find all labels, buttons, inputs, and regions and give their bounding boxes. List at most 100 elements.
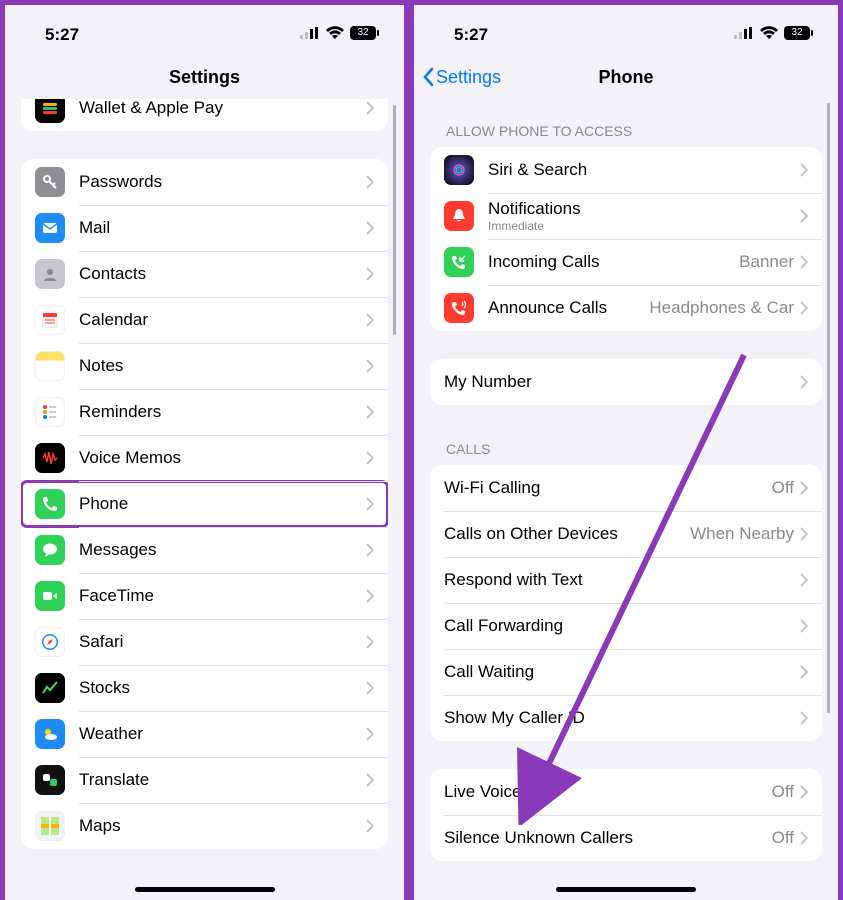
row-announce-calls[interactable]: Announce Calls Headphones & Car <box>430 285 822 331</box>
settings-row-passwords[interactable]: Passwords <box>21 159 388 205</box>
chevron-right-icon <box>800 375 808 389</box>
chevron-right-icon <box>800 619 808 633</box>
status-bar: 5:27 32 <box>414 5 838 55</box>
row-silence-unknown[interactable]: Silence Unknown Callers Off <box>430 815 822 861</box>
row-label: My Number <box>444 372 800 392</box>
row-label: FaceTime <box>79 586 366 606</box>
header: Settings <box>5 55 404 99</box>
notes-icon <box>35 351 65 381</box>
settings-row-mail[interactable]: Mail <box>21 205 388 251</box>
row-label: Voice Memos <box>79 448 366 468</box>
settings-row-translate[interactable]: Translate <box>21 757 388 803</box>
chevron-right-icon <box>800 527 808 541</box>
row-notifications[interactable]: Notifications Immediate <box>430 193 822 239</box>
my-number-group: My Number <box>430 359 822 405</box>
chevron-right-icon <box>366 267 374 281</box>
chevron-right-icon <box>366 359 374 373</box>
settings-row-voice-memos[interactable]: Voice Memos <box>21 435 388 481</box>
settings-row-stocks[interactable]: Stocks <box>21 665 388 711</box>
status-time: 5:27 <box>45 25 79 45</box>
row-label: Calendar <box>79 310 366 330</box>
page-title: Settings <box>169 67 240 88</box>
chevron-right-icon <box>366 405 374 419</box>
chevron-right-icon <box>366 819 374 833</box>
row-label: Siri & Search <box>488 160 800 180</box>
row-label: Stocks <box>79 678 366 698</box>
row-label: Notes <box>79 356 366 376</box>
row-call-waiting[interactable]: Call Waiting <box>430 649 822 695</box>
allow-access-group: Siri & Search Notifications Immediate In… <box>430 147 822 331</box>
row-label: Wallet & Apple Pay <box>79 99 366 118</box>
row-label: Maps <box>79 816 366 836</box>
row-live-voicemail[interactable]: Live Voicemail Off <box>430 769 822 815</box>
chevron-right-icon <box>800 573 808 587</box>
header: Settings Phone <box>414 55 838 99</box>
row-label: Mail <box>79 218 366 238</box>
voice-memos-icon <box>35 443 65 473</box>
settings-row-contacts[interactable]: Contacts <box>21 251 388 297</box>
row-incoming-calls[interactable]: Incoming Calls Banner <box>430 239 822 285</box>
settings-row-weather[interactable]: Weather <box>21 711 388 757</box>
back-label: Settings <box>436 67 501 88</box>
row-my-number[interactable]: My Number <box>430 359 822 405</box>
row-label: Notifications <box>488 199 800 219</box>
siri-icon <box>444 155 474 185</box>
chevron-right-icon <box>366 543 374 557</box>
row-show-caller-id[interactable]: Show My Caller ID <box>430 695 822 741</box>
row-siri-search[interactable]: Siri & Search <box>430 147 822 193</box>
phone-icon <box>35 489 65 519</box>
home-indicator[interactable] <box>135 887 275 892</box>
chevron-right-icon <box>366 589 374 603</box>
row-label: Contacts <box>79 264 366 284</box>
row-label: Passwords <box>79 172 366 192</box>
wifi-icon <box>760 26 778 44</box>
calls-group: Wi-Fi Calling Off Calls on Other Devices… <box>430 465 822 741</box>
section-header-allow-access: Allow Phone to Access <box>414 115 838 147</box>
row-call-forwarding[interactable]: Call Forwarding <box>430 603 822 649</box>
battery-icon: 32 <box>784 26 814 45</box>
settings-row-maps[interactable]: Maps <box>21 803 388 849</box>
row-detail: Banner <box>739 252 794 272</box>
announce-icon <box>444 293 474 323</box>
row-wifi-calling[interactable]: Wi-Fi Calling Off <box>430 465 822 511</box>
wallet-icon <box>35 99 65 123</box>
chevron-right-icon <box>366 221 374 235</box>
settings-row-safari[interactable]: Safari <box>21 619 388 665</box>
settings-row-wallet[interactable]: Wallet & Apple Pay <box>21 99 388 131</box>
chevron-right-icon <box>366 101 374 115</box>
row-respond-with-text[interactable]: Respond with Text <box>430 557 822 603</box>
row-label: Incoming Calls <box>488 252 739 272</box>
settings-row-reminders[interactable]: Reminders <box>21 389 388 435</box>
row-label: Safari <box>79 632 366 652</box>
row-label: Live Voicemail <box>444 782 772 802</box>
back-button[interactable]: Settings <box>422 67 501 88</box>
scroll-indicator[interactable] <box>393 105 396 335</box>
row-label: Calls on Other Devices <box>444 524 690 544</box>
scroll-indicator[interactable] <box>827 103 830 713</box>
row-label: Call Forwarding <box>444 616 800 636</box>
cellular-icon <box>734 26 754 44</box>
row-detail: When Nearby <box>690 524 794 544</box>
settings-row-notes[interactable]: Notes <box>21 343 388 389</box>
status-bar: 5:27 32 <box>5 5 404 55</box>
row-label: Reminders <box>79 402 366 422</box>
row-label: Messages <box>79 540 366 560</box>
settings-row-messages[interactable]: Messages <box>21 527 388 573</box>
chevron-right-icon <box>366 451 374 465</box>
row-calls-other-devices[interactable]: Calls on Other Devices When Nearby <box>430 511 822 557</box>
reminders-icon <box>35 397 65 427</box>
left-screenshot: 5:27 32 Settings App Store Wallet & Ap <box>0 0 409 900</box>
settings-row-phone[interactable]: Phone <box>21 481 388 527</box>
row-label: Phone <box>79 494 366 514</box>
row-detail: Off <box>772 782 794 802</box>
settings-row-facetime[interactable]: FaceTime <box>21 573 388 619</box>
mail-icon <box>35 213 65 243</box>
row-label: Weather <box>79 724 366 744</box>
row-label: Respond with Text <box>444 570 800 590</box>
settings-row-calendar[interactable]: Calendar <box>21 297 388 343</box>
chevron-right-icon <box>800 785 808 799</box>
contacts-icon <box>35 259 65 289</box>
row-label: Translate <box>79 770 366 790</box>
home-indicator[interactable] <box>556 887 696 892</box>
facetime-icon <box>35 581 65 611</box>
